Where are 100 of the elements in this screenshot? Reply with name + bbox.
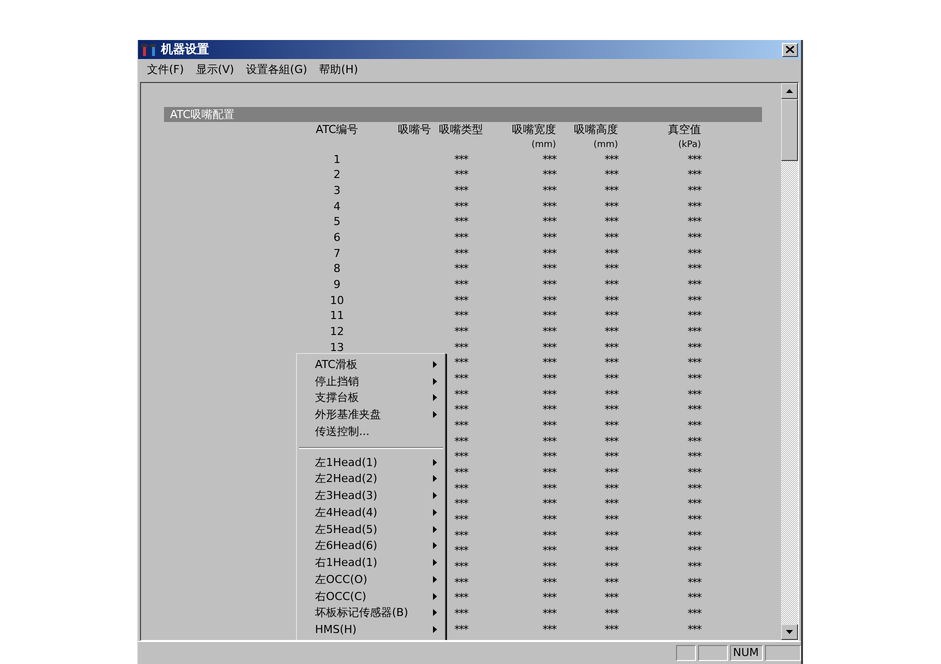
table-cell: *** — [604, 231, 618, 246]
menu-item[interactable]: ATC滑板 — [297, 356, 445, 373]
menu-item[interactable]: 左1Head(1) — [297, 454, 445, 470]
submenu-arrow-icon — [433, 576, 437, 583]
scroll-up-button[interactable] — [781, 83, 798, 99]
table-cell: *** — [542, 606, 556, 621]
menu-item[interactable]: 左4Head(4) — [297, 504, 445, 521]
table-cell: *** — [688, 215, 701, 230]
table-cell: *** — [604, 434, 618, 449]
table-cell: *** — [604, 325, 618, 340]
table-cell: *** — [454, 544, 468, 558]
table-cell: *** — [604, 560, 618, 574]
status-pane — [765, 645, 801, 661]
table-cell: *** — [542, 294, 556, 308]
table-cell: *** — [688, 184, 701, 198]
table-cell: 8 — [334, 262, 340, 276]
table-cell: *** — [604, 215, 618, 230]
menu-item[interactable]: 左3Head(3) — [297, 487, 445, 504]
table-cell: *** — [604, 512, 618, 527]
table-cell: *** — [454, 356, 468, 370]
table-cell: *** — [542, 576, 556, 590]
table-cell: *** — [688, 512, 701, 527]
submenu-arrow-icon — [433, 458, 437, 466]
column-header: 吸嘴宽度 — [512, 122, 556, 136]
table-cell: *** — [542, 231, 556, 246]
menu-item[interactable]: 传送控制... — [297, 423, 445, 440]
table-cell: *** — [604, 294, 618, 308]
table-cell: *** — [542, 278, 556, 292]
column-header: 吸嘴高度 — [574, 122, 618, 136]
table-cell: *** — [454, 591, 468, 606]
table-cell: *** — [688, 309, 701, 324]
close-button[interactable] — [782, 42, 798, 56]
scrollbar[interactable] — [781, 83, 798, 640]
menu-item[interactable]: 设置各組(G) — [240, 62, 314, 77]
table-cell: *** — [604, 497, 618, 512]
table-cell: *** — [542, 544, 556, 558]
table-cell: *** — [688, 497, 701, 512]
scroll-down-button[interactable] — [781, 624, 798, 640]
table-cell: *** — [542, 246, 556, 261]
table-cell: 13 — [330, 340, 344, 355]
table-cell: 4 — [334, 200, 340, 214]
menu-item[interactable]: 文件(F) — [141, 62, 190, 77]
status-pane: NUM — [730, 645, 763, 661]
table-cell: *** — [454, 215, 468, 230]
table-cell: *** — [604, 482, 618, 496]
submenu-arrow-icon — [433, 492, 437, 500]
submenu-arrow-icon — [433, 508, 437, 516]
submenu-arrow-icon — [433, 394, 437, 402]
table-cell: *** — [542, 482, 556, 496]
submenu-arrow-icon — [433, 609, 437, 616]
up-arrow-icon — [786, 89, 793, 93]
menu-item[interactable]: 左OCC(O) — [297, 571, 445, 588]
submenu-arrow-icon — [433, 475, 437, 482]
close-icon — [786, 46, 794, 53]
table-cell: *** — [454, 262, 468, 276]
menu-item[interactable]: 左6Head(6) — [297, 538, 445, 554]
menu-item[interactable]: 显示(V) — [190, 62, 240, 77]
table-cell: *** — [542, 512, 556, 527]
table-cell: *** — [604, 418, 618, 433]
table-cell: *** — [454, 606, 468, 621]
table-cell: *** — [454, 418, 468, 433]
table-cell: *** — [454, 528, 468, 543]
table-cell: *** — [454, 168, 468, 182]
table-cell: *** — [542, 372, 556, 386]
table-cell: *** — [688, 418, 701, 433]
table-cell: 11 — [330, 309, 344, 324]
table-cell: *** — [454, 497, 468, 512]
menu-item[interactable]: 帮助(H) — [313, 62, 364, 77]
column-header: 吸嘴号 — [398, 122, 431, 136]
table-cell: 2 — [334, 168, 340, 182]
table-cell: *** — [604, 262, 618, 276]
column-header: 吸嘴类型 — [439, 122, 483, 136]
menu-item[interactable]: 坏板标记传感器(B) — [297, 604, 445, 622]
table-cell: *** — [542, 388, 556, 402]
menu-item[interactable]: 外形基准夹盘 — [297, 406, 445, 423]
menu-item[interactable]: 左2Head(2) — [297, 470, 445, 488]
table-cell: *** — [542, 528, 556, 543]
table-cell: *** — [604, 168, 618, 182]
table-cell: *** — [604, 528, 618, 543]
table-cell: *** — [542, 200, 556, 214]
table-cell: *** — [542, 184, 556, 198]
status-pane — [698, 645, 728, 661]
table-cell: *** — [454, 512, 468, 527]
table-cell: *** — [688, 482, 701, 496]
menu-item[interactable]: HMS(H) — [297, 621, 445, 638]
submenu-arrow-icon — [433, 542, 437, 550]
table-cell: 6 — [334, 231, 340, 246]
table-cell: *** — [688, 262, 701, 276]
table-cell: *** — [454, 576, 468, 590]
menu-item[interactable]: 支撑台板 — [297, 390, 445, 406]
table-cell: *** — [454, 231, 468, 246]
table-cell: *** — [542, 591, 556, 606]
menu-item[interactable]: 左5Head(5) — [297, 520, 445, 538]
table-cell: *** — [454, 309, 468, 324]
menu-item[interactable]: 右OCC(C) — [297, 588, 445, 604]
menu-item[interactable]: 右1Head(1) — [297, 554, 445, 571]
menu-item[interactable]: 停止挡销 — [297, 372, 445, 390]
scroll-thumb[interactable] — [781, 99, 798, 161]
table-cell: *** — [688, 200, 701, 214]
table-cell: *** — [454, 560, 468, 574]
